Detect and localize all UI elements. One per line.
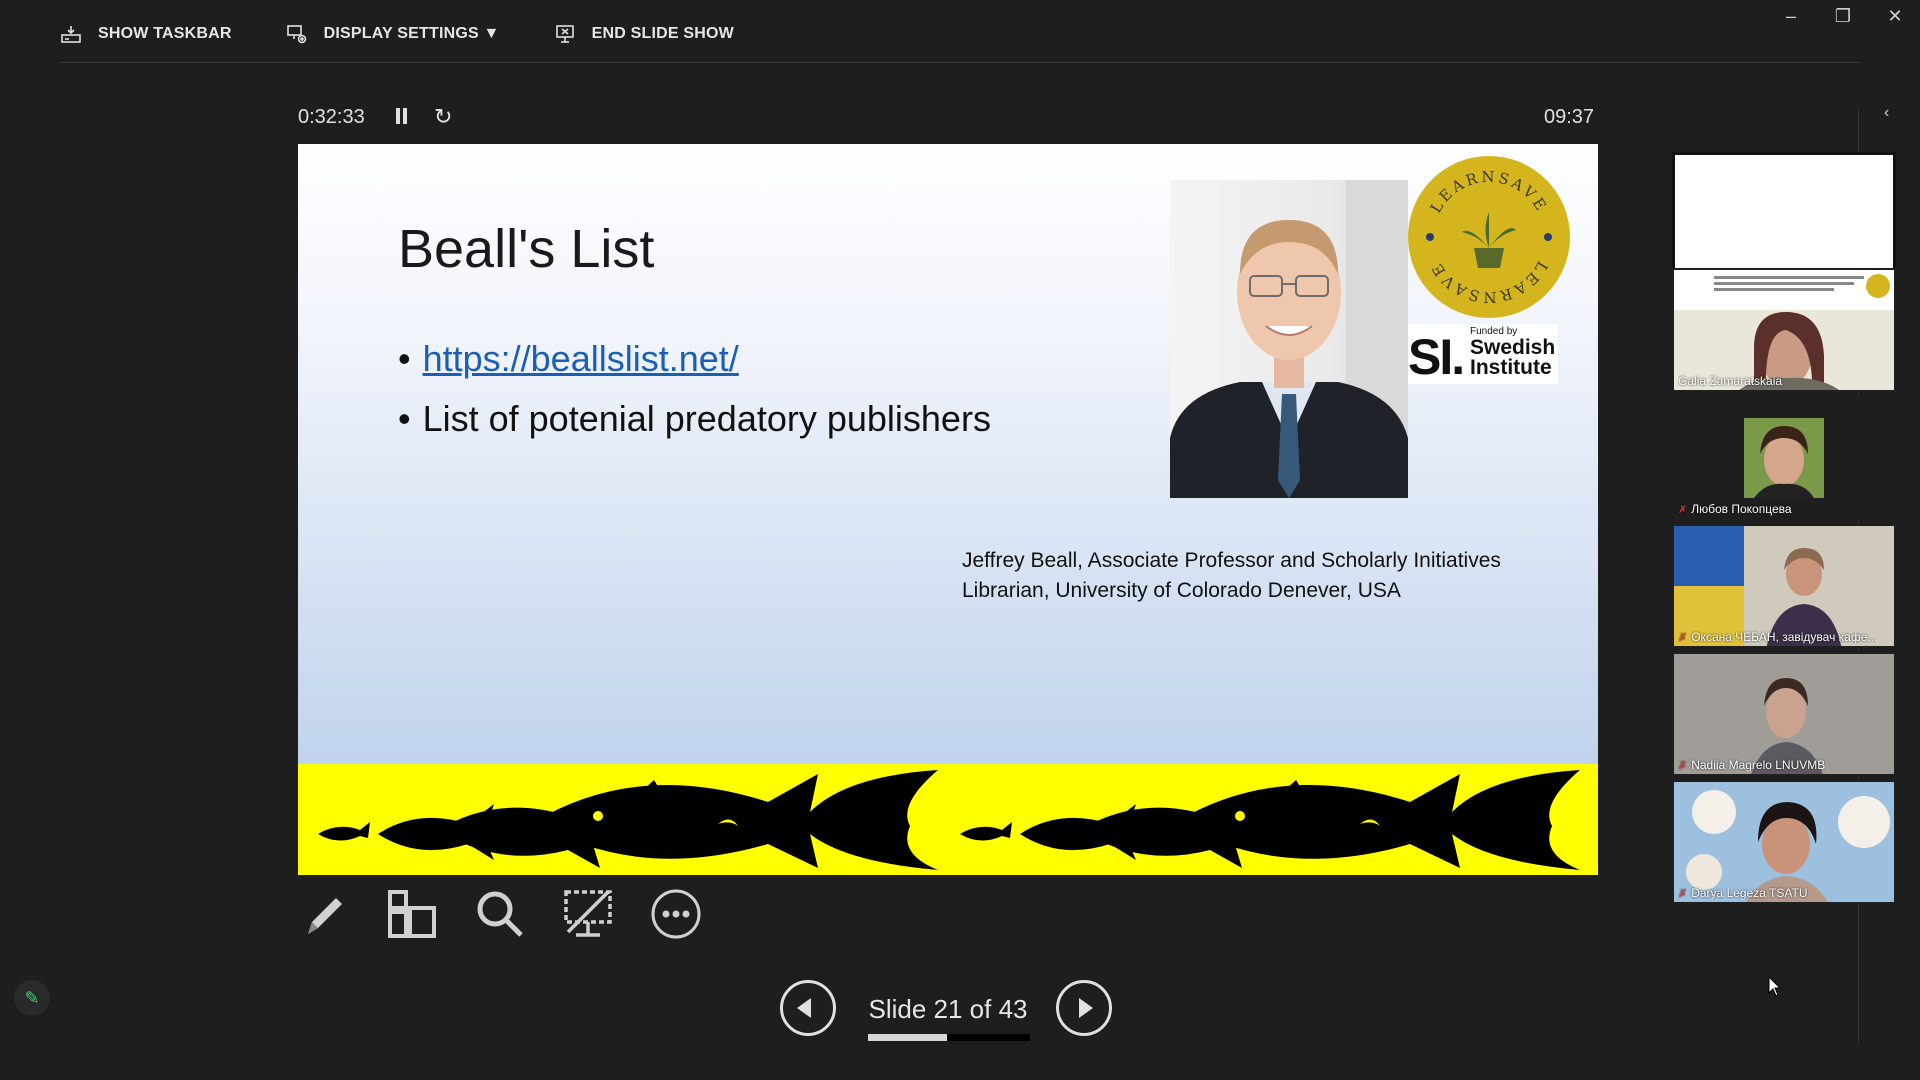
swedish-institute-logo: SI. Funded by Swedish Institute — [1408, 324, 1558, 385]
mic-muted-icon: ✗ — [1678, 887, 1688, 900]
pen-icon — [308, 898, 342, 934]
participant-tile-3[interactable]: ✗ Оксана ЧЕБАН, завідувач кафе... — [1672, 524, 1896, 648]
reset-timer-icon[interactable]: ↻ — [434, 104, 452, 130]
annotation-pen-icon[interactable]: ✎ — [14, 980, 50, 1016]
participant-name: Galia Zamaratskaia — [1678, 374, 1782, 388]
participant-name: ✗ Darya Legeza TSATU — [1678, 886, 1808, 900]
participant-name: ✗ Nadiia Magrelo LNUVMB — [1678, 758, 1825, 772]
si-mark: SI. — [1408, 329, 1465, 385]
participant-tile-1[interactable]: Galia Zamaratskaia — [1672, 268, 1896, 392]
more-options-button[interactable] — [650, 888, 702, 940]
magnifier-icon — [477, 891, 523, 937]
portrait-photo — [1170, 180, 1408, 498]
participant-name-text: Darya Legeza TSATU — [1691, 886, 1808, 900]
current-slide[interactable]: Beall's List https://beallslist.net/ Lis… — [298, 144, 1598, 875]
pen-tool-button[interactable] — [298, 888, 350, 940]
svg-text:LEARNSAVE: LEARNSAVE — [1427, 168, 1552, 216]
slide-counter[interactable]: Slide 21 of 43 — [866, 994, 1030, 1025]
bullet-link-item: https://beallslist.net/ — [398, 338, 991, 380]
participant-tile-blank[interactable] — [1672, 152, 1896, 276]
show-taskbar-button[interactable]: SHOW TASKBAR — [60, 23, 232, 45]
black-screen-button[interactable] — [562, 888, 614, 940]
si-name: Swedish Institute — [1470, 337, 1555, 379]
bullet-text-item: List of potenial predatory publishers — [398, 398, 991, 440]
pause-timer-icon[interactable] — [394, 108, 410, 126]
participant-name: ✗ Оксана ЧЕБАН, завідувач кафе... — [1678, 630, 1877, 644]
participant-name-text: Любов Покопцева — [1691, 502, 1792, 516]
monitor-gear-icon — [286, 25, 306, 44]
participant-tile-4[interactable]: ✗ Nadiia Magrelo LNUVMB — [1672, 652, 1896, 776]
mouse-cursor-icon — [1768, 976, 1782, 997]
zoom-button[interactable] — [474, 888, 526, 940]
display-settings-button[interactable]: DISPLAY SETTINGS ▼ — [286, 23, 500, 45]
mic-muted-icon: ✗ — [1678, 759, 1688, 772]
presenter-toolbar: SHOW TASKBAR DISPLAY SETTINGS ▼ END SLID… — [60, 18, 734, 50]
slide-title: Beall's List — [398, 219, 655, 279]
bullet-text: List of potenial predatory publishers — [422, 398, 991, 439]
black-screen-icon — [564, 890, 612, 937]
mic-muted-icon: ✗ — [1678, 503, 1688, 516]
see-all-slides-button[interactable] — [386, 888, 438, 940]
taskbar-icon — [61, 26, 81, 43]
slide-bullets: https://beallslist.net/ List of potenial… — [398, 338, 991, 458]
slide-progress-bar — [868, 1034, 1030, 1041]
caption-line-2: Librarian, University of Colorado Deneve… — [962, 579, 1401, 602]
grid-icon — [388, 890, 436, 938]
learnsave-logo: LEARNSAVE LEARNSAVE — [1408, 156, 1570, 318]
participant-tile-2[interactable]: ✗ Любов Покопцева — [1672, 396, 1896, 520]
presenter-tools — [298, 888, 702, 940]
photo-caption: Jeffrey Beall, Associate Professor and S… — [962, 546, 1562, 606]
end-slide-show-button[interactable]: END SLIDE SHOW — [554, 23, 734, 45]
restore-icon[interactable]: ❐ — [1832, 6, 1854, 27]
minimize-icon[interactable]: – — [1780, 6, 1802, 27]
si-name-line2: Institute — [1470, 356, 1552, 379]
collapse-panel-icon[interactable]: ‹ — [1884, 104, 1889, 122]
slide-progress-fill — [868, 1034, 948, 1041]
current-time: 09:37 — [1544, 106, 1595, 128]
caption-line-1: Jeffrey Beall, Associate Professor and S… — [962, 549, 1501, 572]
more-icon — [651, 889, 701, 939]
close-icon[interactable]: ✕ — [1884, 6, 1906, 27]
mic-muted-icon: ✗ — [1678, 631, 1688, 644]
end-show-icon — [555, 25, 574, 43]
show-taskbar-label: SHOW TASKBAR — [98, 25, 232, 42]
participant-name-text: Оксана ЧЕБАН, завідувач кафе... — [1691, 630, 1878, 644]
end-slide-show-label: END SLIDE SHOW — [591, 25, 734, 42]
next-slide-button[interactable] — [1056, 980, 1112, 1036]
display-settings-label: DISPLAY SETTINGS ▼ — [323, 25, 500, 42]
participant-name: ✗ Любов Покопцева — [1678, 502, 1792, 516]
shark-band-illustration — [298, 764, 1598, 875]
window-controls: – ❐ ✕ — [1780, 6, 1906, 27]
participant-name-text: Nadiia Magrelo LNUVMB — [1691, 758, 1826, 772]
participant-tile-5[interactable]: ✗ Darya Legeza TSATU — [1672, 780, 1896, 904]
previous-slide-button[interactable] — [780, 980, 836, 1036]
logo-text-top: LEARNSAVE — [1427, 168, 1549, 216]
participant-name-text: Galia Zamaratskaia — [1678, 374, 1783, 388]
elapsed-timer: 0:32:33 — [298, 106, 365, 128]
beallslist-link[interactable]: https://beallslist.net/ — [423, 338, 739, 380]
toolbar-divider — [60, 62, 1860, 63]
